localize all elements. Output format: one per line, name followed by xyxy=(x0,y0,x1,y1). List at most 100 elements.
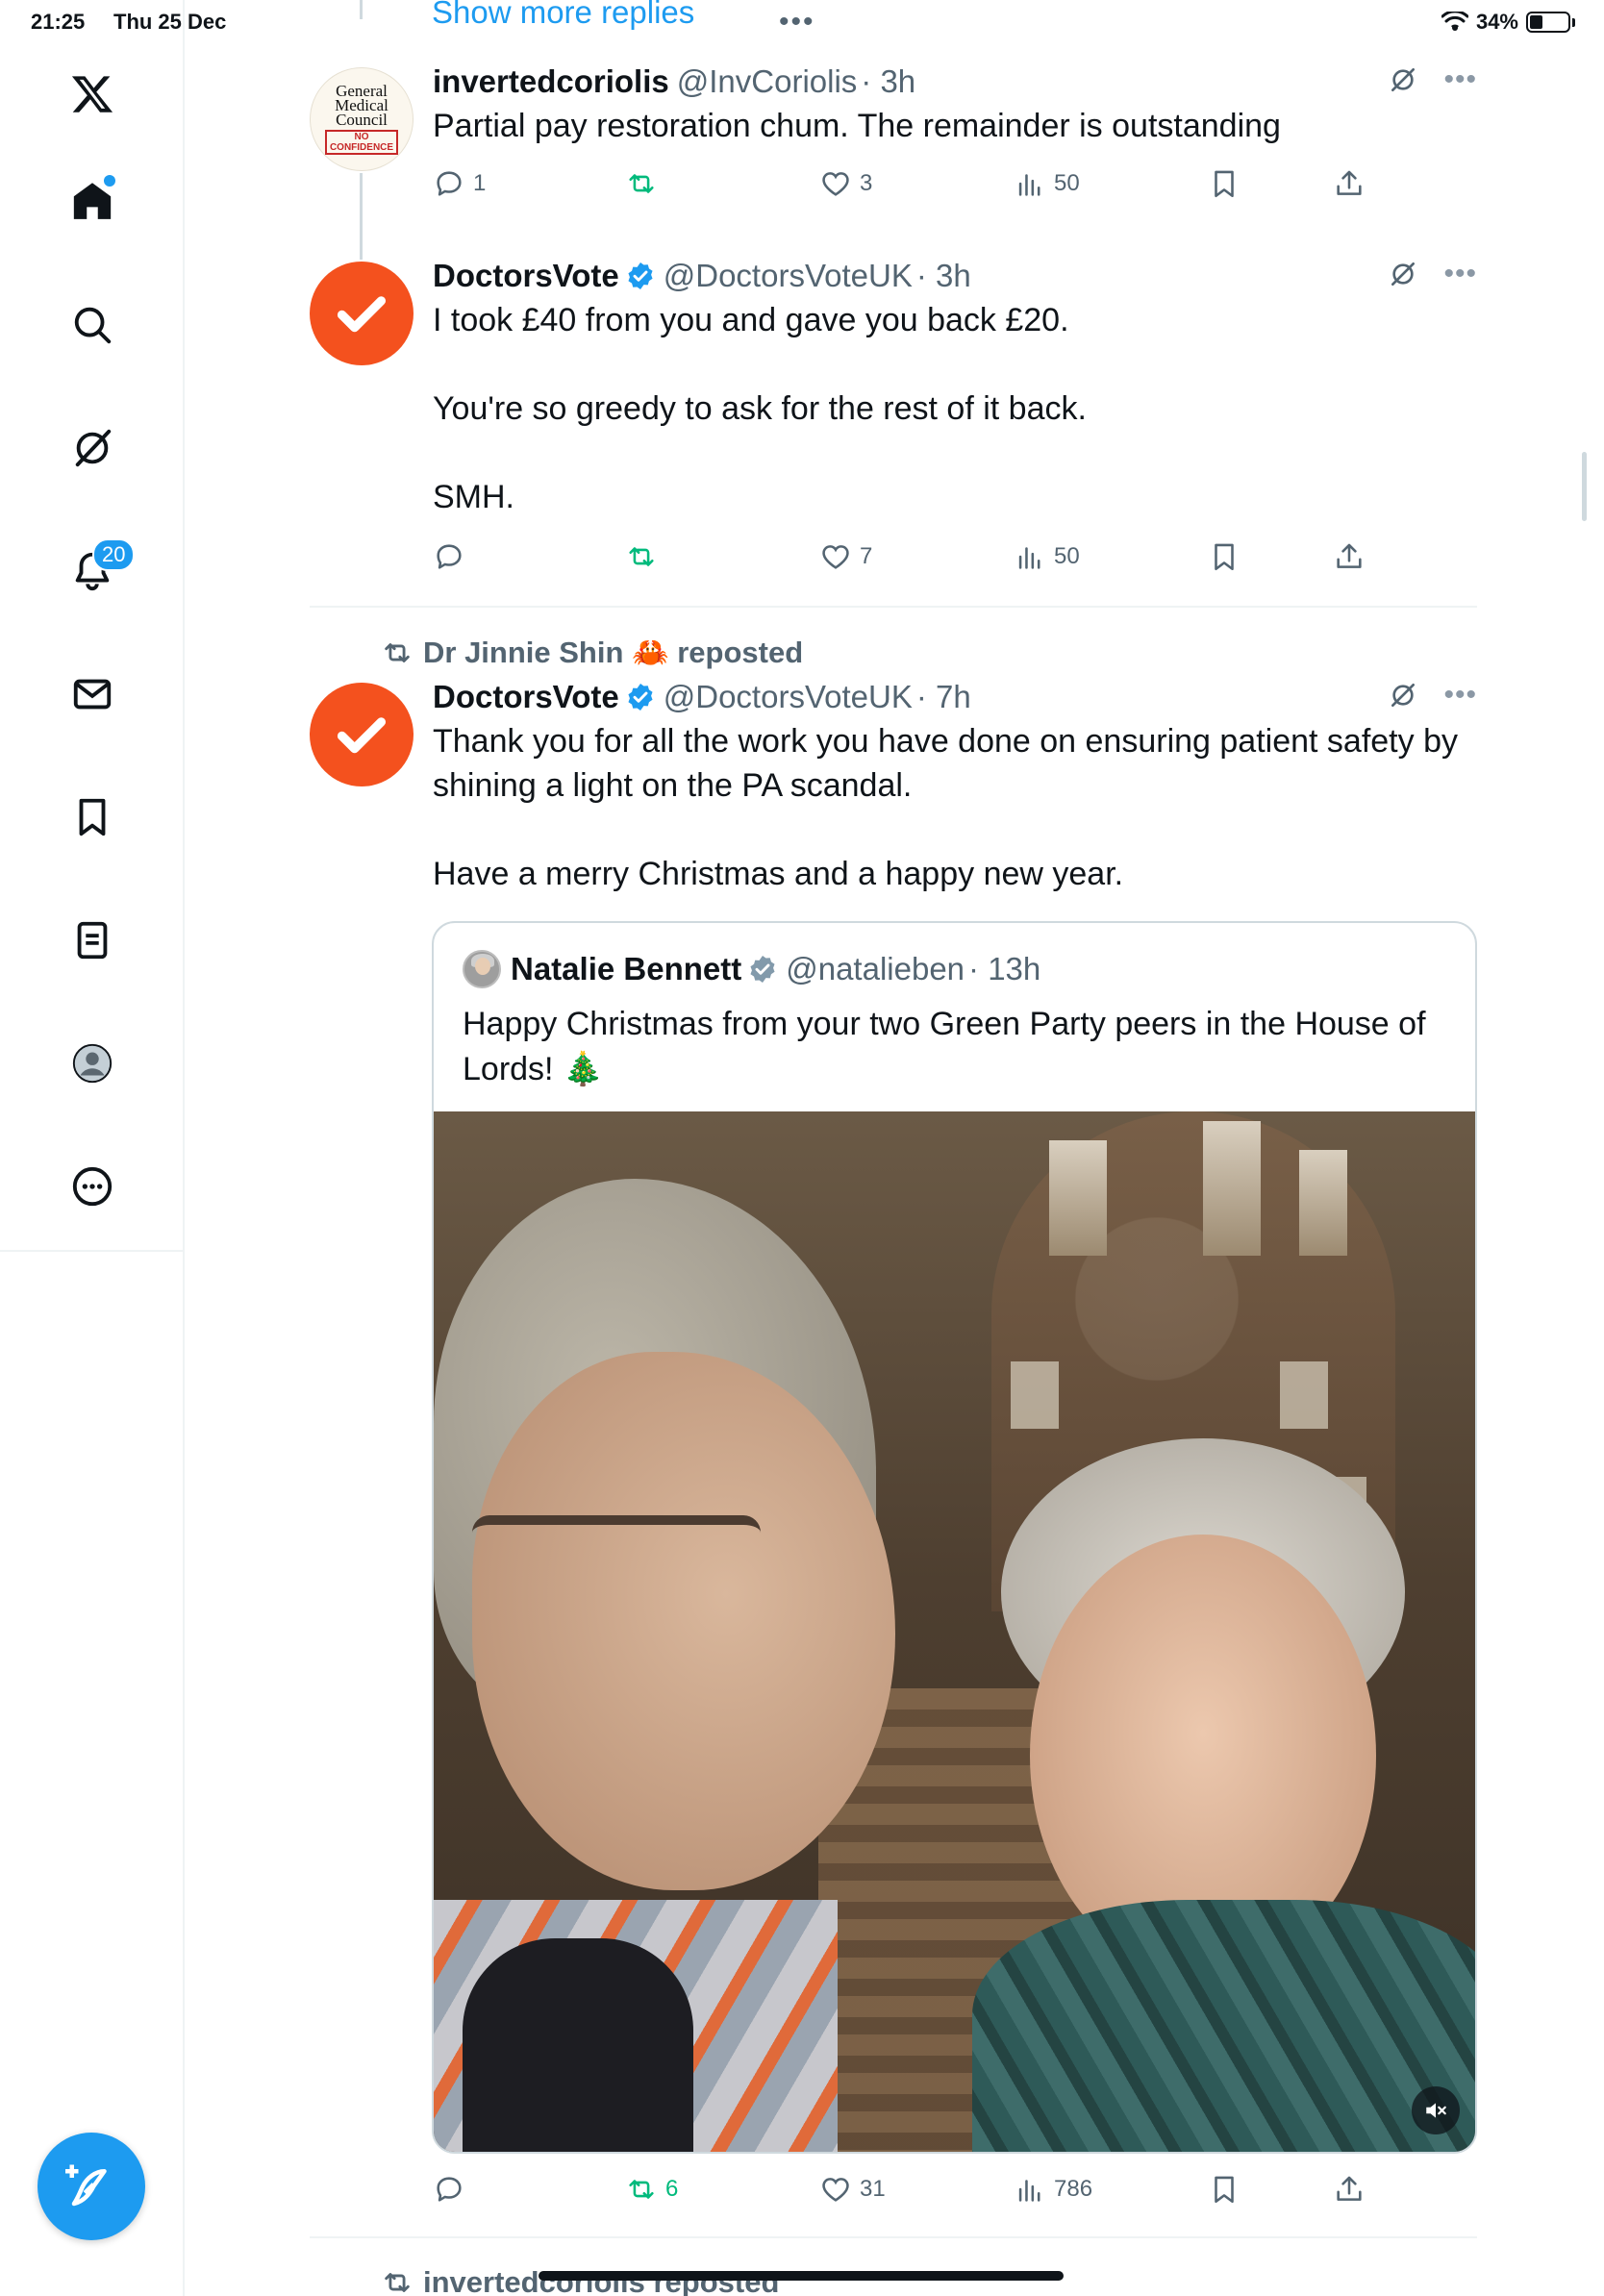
reply-button[interactable] xyxy=(433,2173,473,2206)
handle[interactable]: @DoctorsVoteUK xyxy=(664,258,913,294)
share-button[interactable] xyxy=(1333,540,1366,573)
reply-icon xyxy=(437,2177,462,2202)
mute-button[interactable] xyxy=(1412,2086,1460,2134)
grok-icon[interactable] xyxy=(1388,64,1418,95)
repost-attribution-text: Dr Jinnie Shin 🦀 reposted xyxy=(423,636,804,669)
avatar-stamp-text: CONFIDENCE xyxy=(329,142,394,153)
avatar[interactable] xyxy=(310,262,414,365)
repost-attribution[interactable]: Dr Jinnie Shin 🦀 reposted xyxy=(381,635,803,670)
notifications-badge: 20 xyxy=(92,538,136,571)
tweet-text: Thank you for all the work you have done… xyxy=(433,723,1458,892)
views-button[interactable]: 50 xyxy=(1014,540,1080,573)
tweet-time[interactable]: · 3h xyxy=(916,258,971,294)
repost-attribution[interactable]: invertedcoriolis reposted xyxy=(381,2265,779,2296)
share-button[interactable] xyxy=(1333,2173,1366,2206)
views-icon xyxy=(1018,174,1040,196)
video-scene xyxy=(972,1900,1475,2152)
reply-icon xyxy=(437,544,462,569)
reply-button[interactable] xyxy=(433,540,473,573)
like-count: 31 xyxy=(860,2176,886,2202)
quoted-tweet-header: Natalie Bennett @natalieben · 13h xyxy=(463,950,1040,988)
reply-button[interactable]: 1 xyxy=(433,167,486,200)
messages-icon[interactable] xyxy=(58,660,127,729)
like-count: 3 xyxy=(860,170,873,196)
thread-ellipsis[interactable]: ••• xyxy=(779,6,815,38)
tweet-text: Partial pay restoration chum. The remain… xyxy=(433,108,1281,144)
tweet-header: DoctorsVote @DoctorsVoteUK · 3h xyxy=(433,258,1477,294)
search-icon[interactable] xyxy=(58,290,127,360)
more-options-icon[interactable]: ••• xyxy=(1443,63,1477,96)
avatar[interactable]: General Medical Council NO CONFIDENCE xyxy=(310,67,414,171)
display-name[interactable]: DoctorsVote xyxy=(433,679,619,715)
video-scene xyxy=(1299,1150,1347,1256)
like-button[interactable]: 7 xyxy=(819,540,872,573)
home-icon[interactable] xyxy=(58,167,127,237)
tweet-header-actions: ••• xyxy=(1388,63,1477,96)
tweet-text: I took £40 from you and gave you back £2… xyxy=(433,302,1087,515)
scrollbar[interactable] xyxy=(1582,452,1587,521)
video-scene xyxy=(1049,1140,1107,1256)
views-button[interactable]: 786 xyxy=(1014,2173,1092,2206)
views-icon xyxy=(1018,2180,1040,2202)
repost-button[interactable] xyxy=(625,167,658,200)
repost-icon xyxy=(385,2273,410,2292)
like-button[interactable]: 31 xyxy=(819,2173,886,2206)
notifications-icon[interactable]: 20 xyxy=(58,537,136,606)
repost-button[interactable] xyxy=(625,540,658,573)
handle[interactable]: @InvCoriolis xyxy=(677,63,858,100)
compose-button[interactable] xyxy=(38,2133,145,2240)
avatar[interactable] xyxy=(310,683,414,786)
grok-icon[interactable] xyxy=(58,413,127,483)
tweet-header: invertedcoriolis @InvCoriolis · 3h xyxy=(433,63,1477,100)
sidebar-divider xyxy=(0,1250,185,1252)
compose-icon xyxy=(65,2164,107,2207)
bookmark-button[interactable] xyxy=(1208,540,1241,573)
bookmark-button[interactable] xyxy=(1208,2173,1241,2206)
repost-attribution-text: invertedcoriolis reposted xyxy=(423,2265,780,2296)
quoted-avatar[interactable] xyxy=(463,950,501,988)
tweet-actions: 6 31 786 xyxy=(433,2173,1375,2211)
video-scene xyxy=(463,1938,693,2152)
tweet-actions: 1 3 50 xyxy=(433,167,1375,206)
share-button[interactable] xyxy=(1333,167,1366,200)
quoted-time[interactable]: · 13h xyxy=(968,951,1040,987)
show-more-replies-link[interactable]: Show more replies xyxy=(432,0,694,31)
tweet-time[interactable]: · 3h xyxy=(861,63,915,100)
status-indicators: 34% xyxy=(1441,10,1575,35)
home-indicator[interactable] xyxy=(539,2271,1064,2281)
video-player[interactable] xyxy=(434,1111,1475,2152)
like-count: 7 xyxy=(860,543,873,569)
video-scene xyxy=(472,1515,761,1550)
bookmark-icon xyxy=(1215,170,1234,198)
more-options-icon[interactable]: ••• xyxy=(1443,258,1477,290)
bookmarks-icon[interactable] xyxy=(58,783,127,852)
like-button[interactable]: 3 xyxy=(819,167,872,200)
x-logo-icon[interactable] xyxy=(58,60,127,129)
avatar-stamp-text: NO xyxy=(354,132,369,142)
verified-badge-icon xyxy=(628,684,653,711)
more-icon[interactable] xyxy=(58,1152,127,1221)
grok-icon[interactable] xyxy=(1388,680,1418,711)
quoted-tweet-text: Happy Christmas from your two Green Part… xyxy=(463,1006,1426,1087)
more-options-icon[interactable]: ••• xyxy=(1443,679,1477,711)
repost-button[interactable]: 6 xyxy=(625,2173,678,2206)
bookmark-button[interactable] xyxy=(1208,167,1241,200)
verified-badge-icon xyxy=(750,956,775,983)
lists-icon[interactable] xyxy=(58,906,127,975)
quoted-display-name[interactable]: Natalie Bennett xyxy=(511,951,741,987)
display-name[interactable]: invertedcoriolis xyxy=(433,63,669,100)
bookmark-icon xyxy=(1215,543,1234,571)
view-count: 50 xyxy=(1054,543,1080,569)
tweet-time[interactable]: · 7h xyxy=(916,679,971,715)
quoted-tweet[interactable]: Natalie Bennett @natalieben · 13h Happy … xyxy=(432,921,1477,2154)
profile-icon[interactable] xyxy=(58,1029,127,1098)
home-unread-dot xyxy=(104,175,115,187)
handle[interactable]: @DoctorsVoteUK xyxy=(664,679,913,715)
repost-icon xyxy=(385,642,410,662)
share-icon xyxy=(1337,543,1362,568)
display-name[interactable]: DoctorsVote xyxy=(433,258,619,294)
grok-icon[interactable] xyxy=(1388,259,1418,289)
views-button[interactable]: 50 xyxy=(1014,167,1080,200)
quoted-handle[interactable]: @natalieben xyxy=(786,951,965,987)
tweet-actions: 7 50 xyxy=(433,540,1375,579)
